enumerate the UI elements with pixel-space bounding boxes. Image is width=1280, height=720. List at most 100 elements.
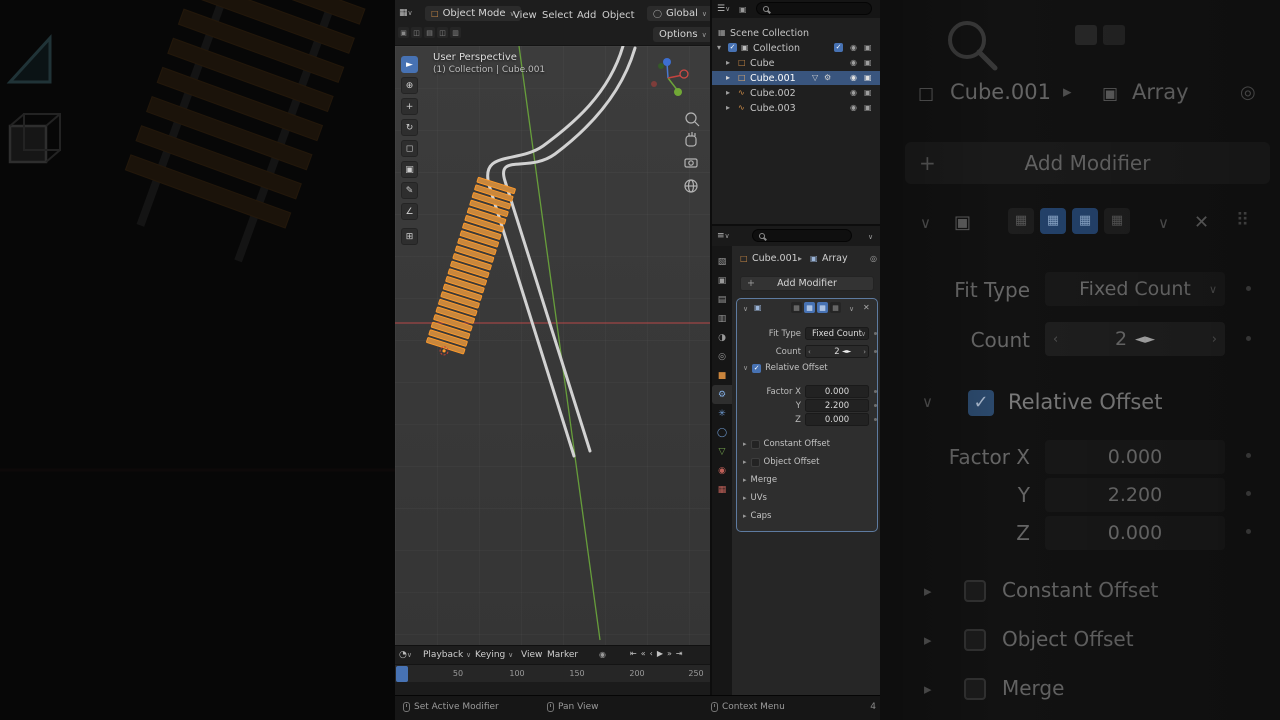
tab-scene[interactable]: ◑: [712, 328, 732, 347]
tool-cursor[interactable]: ⊕: [401, 77, 418, 94]
constant-offset-checkbox[interactable]: [750, 439, 760, 449]
camera-view-icon[interactable]: [684, 158, 698, 168]
outliner-row-cube003[interactable]: ▸ ∿ Cube.003 ◉ ▣: [712, 101, 880, 115]
breadcrumb-object[interactable]: Cube.001: [752, 253, 798, 264]
factor-y-field[interactable]: 2.200: [805, 399, 869, 412]
outliner-row-cube[interactable]: ▸ □ Cube ◉ ▣: [712, 56, 880, 70]
menu-view[interactable]: View: [521, 650, 542, 660]
expand-icon[interactable]: ▸: [726, 58, 730, 67]
move-view-hand-icon[interactable]: [685, 132, 697, 147]
relative-offset-header[interactable]: ∨ ✓ Relative Offset: [743, 363, 828, 373]
menu-add[interactable]: Add: [577, 10, 596, 21]
collection-checkbox[interactable]: ✓: [728, 43, 737, 52]
tab-world[interactable]: ◎: [712, 347, 732, 366]
3d-viewport[interactable]: ► ⊕ + ↻ ◻ ▣ ✎ ∠ ⊞ User Perspective (1) C…: [395, 46, 710, 645]
transform-orientation-dropdown[interactable]: ◯ Global ∨: [647, 6, 713, 21]
tool-annotate[interactable]: ✎: [401, 182, 418, 199]
camera-render-icon[interactable]: ▣: [864, 103, 872, 112]
next-keyframe-icon[interactable]: »: [667, 649, 672, 658]
timeline-ruler[interactable]: 50 100 150 200 250: [395, 664, 710, 682]
tab-texture[interactable]: ▦: [712, 480, 732, 499]
outliner-display-mode-icon[interactable]: ▣: [739, 5, 747, 14]
chevron-down-icon[interactable]: ∨: [868, 233, 873, 241]
object-offset-header[interactable]: ▸ Object Offset: [743, 457, 819, 467]
menu-view[interactable]: View: [513, 10, 537, 21]
menu-playback[interactable]: Playback ∨: [423, 650, 471, 660]
increment-arrow-icon[interactable]: ›: [863, 348, 866, 356]
toggle-render[interactable]: ▦: [817, 302, 828, 313]
expand-icon[interactable]: ▾: [717, 43, 721, 52]
animate-dot[interactable]: [873, 350, 877, 353]
camera-render-icon[interactable]: ▣: [864, 58, 872, 67]
eye-icon[interactable]: ◉: [850, 103, 857, 112]
expand-icon[interactable]: ▸: [726, 73, 730, 82]
toggle-edit-mode[interactable]: ▦: [791, 302, 802, 313]
eye-icon[interactable]: ◉: [850, 88, 857, 97]
menu-keying[interactable]: Keying ∨: [475, 650, 513, 660]
outliner-row-cube002[interactable]: ▸ ∿ Cube.002 ◉ ▣: [712, 86, 880, 100]
tab-object[interactable]: ■: [712, 366, 732, 385]
tab-tool[interactable]: ▧: [712, 252, 732, 271]
object-mode-dropdown[interactable]: □ Object Mode ∨: [425, 6, 521, 21]
panel-expand-icon[interactable]: ∨: [743, 305, 748, 313]
tab-output[interactable]: ▤: [712, 290, 732, 309]
constant-offset-header[interactable]: ▸ Constant Offset: [743, 439, 830, 449]
uvs-header[interactable]: ▸ UVs: [743, 493, 767, 503]
decrement-arrow-icon[interactable]: ‹: [808, 348, 811, 356]
tool-move[interactable]: +: [401, 98, 418, 115]
tab-particles[interactable]: ✳: [712, 404, 732, 423]
zoom-icon[interactable]: [685, 112, 700, 127]
relative-offset-checkbox[interactable]: ✓: [752, 363, 762, 373]
jump-to-end-icon[interactable]: ⇥: [676, 649, 683, 658]
tool-setting-icon-5[interactable]: ▥: [450, 27, 461, 38]
tool-add-cube[interactable]: ⊞: [401, 228, 418, 245]
tab-material[interactable]: ◉: [712, 461, 732, 480]
eye-icon[interactable]: ◉: [850, 58, 857, 67]
camera-render-icon[interactable]: ▣: [864, 73, 872, 82]
tool-select-box[interactable]: ►: [401, 56, 418, 73]
eye-icon[interactable]: ◉: [850, 73, 857, 82]
tool-measure[interactable]: ∠: [401, 203, 418, 220]
animate-dot[interactable]: [873, 418, 877, 421]
outliner-search-input[interactable]: [756, 2, 872, 15]
tab-view-layer[interactable]: ▥: [712, 309, 732, 328]
object-offset-checkbox[interactable]: [750, 457, 760, 467]
breadcrumb-modifier[interactable]: Array: [822, 253, 848, 264]
record-button-icon[interactable]: ◉: [599, 650, 606, 659]
tool-setting-icon-4[interactable]: ◫: [437, 27, 448, 38]
tab-modifiers[interactable]: ⚙: [712, 385, 732, 404]
animate-dot[interactable]: [873, 390, 877, 393]
outliner-row-cube001-selected[interactable]: ▸ □ Cube.001 ▽ ⚙ ◉ ▣: [712, 71, 880, 85]
factor-x-field[interactable]: 0.000: [805, 385, 869, 398]
menu-marker[interactable]: Marker: [547, 650, 578, 660]
eye-icon[interactable]: ◉: [850, 43, 857, 52]
outliner-row-collection[interactable]: ▾ ✓ ▣ Collection ✓ ◉ ▣: [712, 41, 880, 55]
tool-transform[interactable]: ▣: [401, 161, 418, 178]
timeline-scroll-area[interactable]: [395, 682, 710, 696]
menu-object[interactable]: Object: [602, 10, 635, 21]
jump-to-start-icon[interactable]: ⇤: [630, 649, 637, 658]
editor-type-3d-viewport-icon[interactable]: ▦∨: [399, 8, 413, 18]
expand-icon[interactable]: ▸: [726, 88, 730, 97]
editor-type-outliner-icon[interactable]: ☰∨: [717, 4, 730, 14]
add-modifier-button[interactable]: + Add Modifier: [740, 276, 874, 291]
options-button[interactable]: Options ∨: [653, 27, 713, 42]
timeline-playhead[interactable]: [396, 666, 408, 682]
tool-rotate[interactable]: ↻: [401, 119, 418, 136]
caps-header[interactable]: ▸ Caps: [743, 511, 771, 521]
collection-exclude-checkbox[interactable]: ✓: [834, 43, 843, 52]
camera-render-icon[interactable]: ▣: [864, 88, 872, 97]
toggle-realtime[interactable]: ▦: [804, 302, 815, 313]
merge-header[interactable]: ▸ Merge: [743, 475, 777, 485]
tab-render[interactable]: ▣: [712, 271, 732, 290]
camera-render-icon[interactable]: ▣: [864, 43, 872, 52]
properties-search-input[interactable]: [752, 229, 852, 242]
previous-frame-icon[interactable]: ‹: [650, 649, 653, 658]
tab-physics[interactable]: ◯: [712, 423, 732, 442]
nav-gizmo[interactable]: [651, 58, 689, 96]
fit-type-dropdown[interactable]: Fixed Count ∨: [805, 327, 869, 340]
factor-z-field[interactable]: 0.000: [805, 413, 869, 426]
outliner-row-scene-collection[interactable]: ▦ Scene Collection: [712, 26, 880, 40]
play-icon[interactable]: ▶: [657, 649, 663, 658]
expand-icon[interactable]: ▸: [726, 103, 730, 112]
